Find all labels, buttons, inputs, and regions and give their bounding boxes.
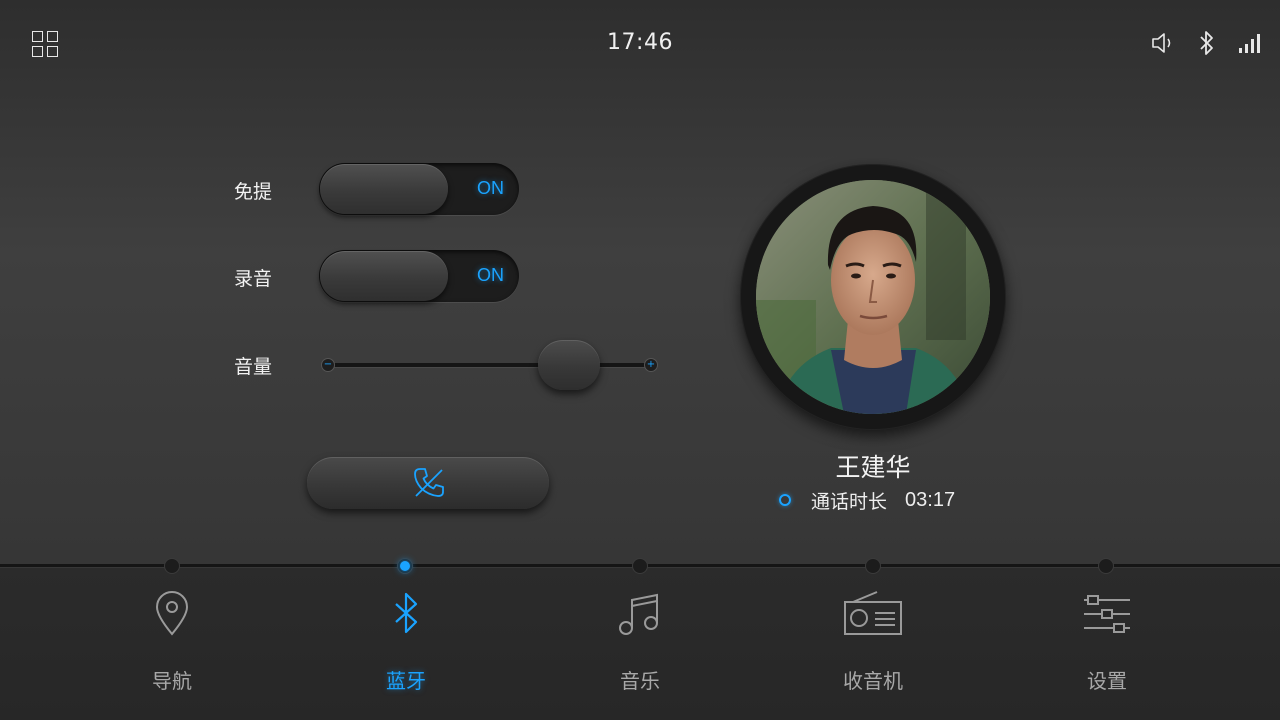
nav-label: 导航 (152, 669, 192, 693)
recording-toggle[interactable]: ON (319, 250, 519, 302)
handsfree-label: 免提 (234, 181, 273, 203)
nav-item-navigation[interactable]: 导航 (102, 588, 242, 698)
speaker-icon[interactable] (1150, 30, 1176, 56)
call-duration-label: 通话时长 (811, 490, 888, 513)
nav-indicator-dot-active (397, 558, 413, 574)
volume-slider-track[interactable] (328, 363, 652, 367)
nav-label: 设置 (1087, 669, 1127, 693)
clock: 17:46 (607, 30, 673, 55)
toggle-state: ON (477, 265, 504, 285)
status-icons (1150, 29, 1260, 57)
nav-label: 收音机 (843, 669, 903, 693)
bluetooth-icon (395, 592, 418, 634)
volume-increase-icon[interactable]: + (644, 358, 658, 372)
call-active-indicator (779, 494, 791, 506)
sliders-icon (1084, 595, 1130, 633)
car-phone-screen: 17:46 免提 ON 录音 ON 音量 − + 王建华 通话时长 03:17 … (0, 0, 1280, 720)
nav-indicator-dot (632, 558, 648, 574)
caller-name: 王建华 (835, 453, 911, 482)
volume-slider-handle[interactable] (538, 340, 600, 390)
hang-up-phone-icon (414, 468, 444, 497)
nav-item-radio[interactable]: 收音机 (803, 588, 943, 698)
caller-avatar-ring (740, 164, 1006, 430)
nav-indicator-dot (865, 558, 881, 574)
toggle-knob (320, 251, 448, 301)
handsfree-toggle[interactable]: ON (319, 163, 519, 215)
bluetooth-icon[interactable] (1198, 29, 1216, 57)
radio-icon (844, 591, 902, 635)
hang-up-button[interactable] (307, 457, 549, 509)
recording-label: 录音 (234, 268, 273, 290)
toggle-state: ON (477, 178, 504, 198)
avatar (756, 180, 990, 414)
signal-icon (1239, 34, 1260, 53)
nav-indicator-dot (1098, 558, 1114, 574)
nav-label: 音乐 (620, 669, 660, 693)
volume-decrease-icon[interactable]: − (321, 358, 335, 372)
nav-indicator-dot (164, 558, 180, 574)
status-bar: 17:46 (0, 0, 1280, 86)
nav-item-music[interactable]: 音乐 (570, 588, 710, 698)
call-duration: 03:17 (905, 488, 956, 511)
nav-item-settings[interactable]: 设置 (1037, 588, 1177, 698)
nav-item-bluetooth[interactable]: 蓝牙 (336, 588, 476, 698)
music-note-icon (619, 593, 658, 635)
volume-label: 音量 (234, 356, 273, 378)
nav-label: 蓝牙 (386, 669, 426, 693)
call-status: 通话时长 03:17 (779, 487, 955, 513)
location-pin-icon (155, 591, 189, 636)
toggle-knob (320, 164, 448, 214)
